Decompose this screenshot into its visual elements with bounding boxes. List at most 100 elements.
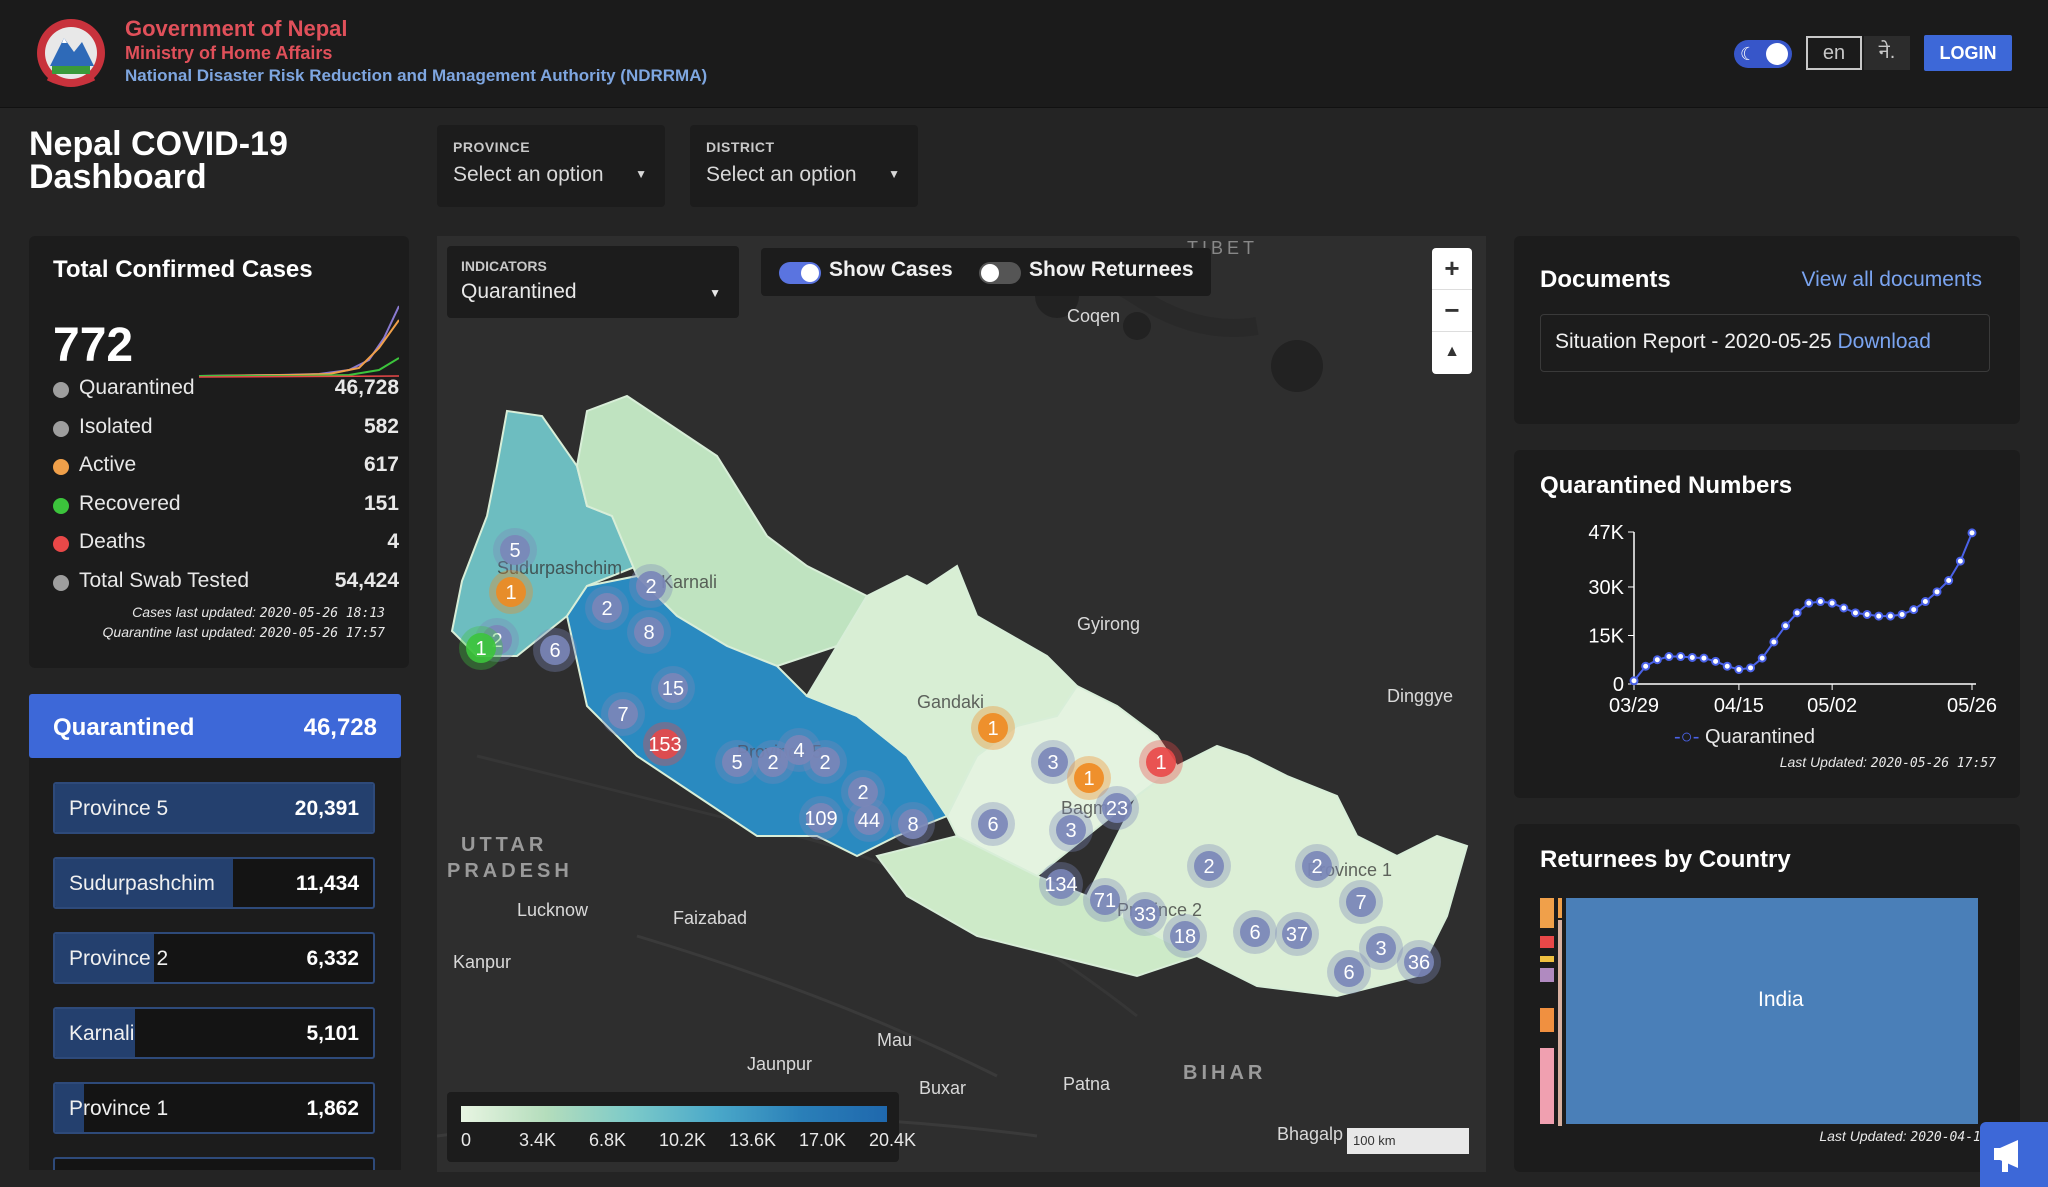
case-cluster-marker[interactable]: 36 — [1397, 940, 1441, 984]
login-button[interactable]: LOGIN — [1924, 35, 2012, 71]
nepal-map[interactable]: SudurpashchimKarnaliProvince 5GandakiBag… — [437, 236, 1486, 1172]
case-cluster-marker[interactable]: 44 — [847, 798, 891, 842]
data-point — [1792, 608, 1802, 618]
compass-reset-button[interactable]: ▲ — [1432, 332, 1472, 374]
cluster-count: 134 — [1044, 874, 1077, 896]
case-cluster-marker[interactable]: 5 — [493, 528, 537, 572]
treemap-cell[interactable] — [1540, 956, 1554, 962]
legend-tick: 6.8K — [589, 1130, 627, 1150]
data-point — [1804, 598, 1814, 608]
treemap-cell[interactable] — [1540, 898, 1554, 928]
returnees-updated-label: Last Updated: — [1819, 1128, 1907, 1144]
province-select-value: Select an option — [453, 163, 604, 186]
case-cluster-marker[interactable]: 6 — [1233, 910, 1277, 954]
case-cluster-marker[interactable]: 3 — [1049, 808, 1093, 852]
chart-legend-label: Quarantined — [1704, 726, 1816, 748]
stat-name: Isolated — [79, 414, 153, 438]
case-cluster-marker[interactable]: 15 — [651, 666, 695, 710]
case-cluster-marker[interactable]: 23 — [1095, 786, 1139, 830]
case-cluster-marker[interactable]: 37 — [1275, 912, 1319, 956]
case-cluster-marker[interactable]: 2 — [1187, 844, 1231, 888]
case-cluster-marker[interactable]: 2 — [803, 740, 847, 784]
case-cluster-marker[interactable]: 8 — [627, 610, 671, 654]
province-select-label: PROVINCE — [453, 139, 531, 155]
case-cluster-marker[interactable]: 8 — [891, 802, 935, 846]
cases-updated: Cases last updated: 2020-05-26 18:13 — [132, 604, 385, 621]
dark-mode-toggle[interactable]: ☾ — [1734, 40, 1792, 68]
treemap-cell[interactable] — [1558, 898, 1562, 918]
quarantined-header[interactable]: Quarantined 46,728 — [29, 694, 401, 758]
treemap-cell[interactable] — [1540, 936, 1554, 948]
org-line-2: Ministry of Home Affairs — [125, 43, 333, 63]
province-map-label: Gandaki — [917, 692, 984, 712]
toggle-knob — [1766, 43, 1788, 65]
treemap-cell[interactable] — [1558, 920, 1562, 1126]
case-cluster-marker[interactable]: 71 — [1083, 878, 1127, 922]
case-cluster-marker[interactable]: 1 — [971, 706, 1015, 750]
feedback-button[interactable] — [1980, 1122, 2048, 1187]
treemap-cell[interactable] — [1540, 968, 1554, 982]
case-cluster-marker[interactable]: 33 — [1123, 892, 1167, 936]
province-row[interactable]: Sudurpashchim 11,434 — [53, 857, 375, 909]
page-title: Nepal COVID-19 Dashboard — [29, 125, 288, 196]
legend-tick: 13.6K — [729, 1130, 777, 1150]
province-row[interactable]: Province 1 1,862 — [53, 1082, 375, 1134]
case-cluster-marker[interactable]: 6 — [971, 802, 1015, 846]
province-row[interactable]: Province 2 6,332 — [53, 932, 375, 984]
show-cases-switch[interactable] — [779, 262, 821, 284]
data-point — [1781, 621, 1791, 631]
moon-icon: ☾ — [1740, 44, 1757, 64]
treemap-cell[interactable] — [1540, 1048, 1554, 1124]
district-select[interactable]: DISTRICT Select an option ▼ — [690, 125, 918, 207]
case-cluster-marker[interactable]: 2 — [585, 586, 629, 630]
case-cluster-marker[interactable]: 7 — [601, 692, 645, 736]
show-cases-label: Show Cases — [829, 258, 953, 281]
province-row[interactable]: Karnali 5,101 — [53, 1007, 375, 1059]
quarantined-value: 46,728 — [303, 714, 377, 741]
view-all-documents-link[interactable]: View all documents — [1801, 268, 1982, 292]
cluster-count: 1 — [475, 638, 486, 660]
returnees-panel: Returnees by Country India Last Updated:… — [1514, 824, 2020, 1172]
show-returnees-switch[interactable] — [979, 262, 1021, 284]
cases-updated-label: Cases last updated: — [132, 604, 256, 620]
map-canvas[interactable]: SudurpashchimKarnaliProvince 5GandakiBag… — [437, 236, 1486, 1172]
legend-tick: 10.2K — [659, 1130, 707, 1150]
data-point — [1897, 609, 1907, 619]
place-label: Mau — [877, 1030, 913, 1050]
cluster-count: 36 — [1408, 952, 1430, 974]
indicator-select[interactable]: INDICATORS Quarantined ▼ — [447, 246, 739, 318]
language-en-button[interactable]: en — [1806, 36, 1862, 70]
treemap-cell[interactable] — [1540, 1008, 1554, 1032]
case-cluster-marker[interactable]: 6 — [1327, 950, 1371, 994]
case-cluster-marker[interactable]: 7 — [1339, 880, 1383, 924]
case-cluster-marker[interactable]: 6 — [533, 628, 577, 672]
case-cluster-marker[interactable]: 1 — [459, 626, 503, 670]
cluster-count: 6 — [1343, 962, 1354, 984]
case-cluster-marker[interactable]: 18 — [1163, 914, 1207, 958]
place-label: Patna — [1063, 1074, 1111, 1094]
total-confirmed-value: 772 — [53, 319, 134, 372]
document-download-link[interactable]: Download — [1838, 330, 1931, 353]
zoom-controls: + − ▲ — [1432, 248, 1472, 374]
language-np-button[interactable]: ने. — [1864, 36, 1910, 70]
case-cluster-marker[interactable]: 2 — [1295, 844, 1339, 888]
province-row[interactable]: Province 5 20,391 — [53, 782, 375, 834]
quarantine-updated-label: Quarantine last updated: — [102, 624, 256, 640]
case-cluster-marker[interactable]: 153 — [643, 722, 687, 766]
stat-name: Total Swab Tested — [79, 568, 250, 592]
chevron-down-icon: ▼ — [635, 167, 647, 181]
cluster-count: 8 — [907, 814, 918, 836]
nepal-emblem-logo — [37, 19, 105, 87]
zoom-out-button[interactable]: − — [1432, 290, 1472, 332]
case-cluster-marker[interactable]: 134 — [1039, 862, 1083, 906]
province-select[interactable]: PROVINCE Select an option ▼ — [437, 125, 665, 207]
province-row[interactable] — [53, 1157, 375, 1170]
case-cluster-marker[interactable]: 1 — [489, 570, 533, 614]
data-point — [1641, 661, 1651, 671]
zoom-in-button[interactable]: + — [1432, 248, 1472, 290]
case-cluster-marker[interactable]: 1 — [1139, 740, 1183, 784]
data-point — [1734, 664, 1744, 674]
case-cluster-marker[interactable]: 2 — [629, 564, 673, 608]
case-cluster-marker[interactable]: 109 — [799, 796, 843, 840]
cluster-count: 5 — [731, 752, 742, 774]
